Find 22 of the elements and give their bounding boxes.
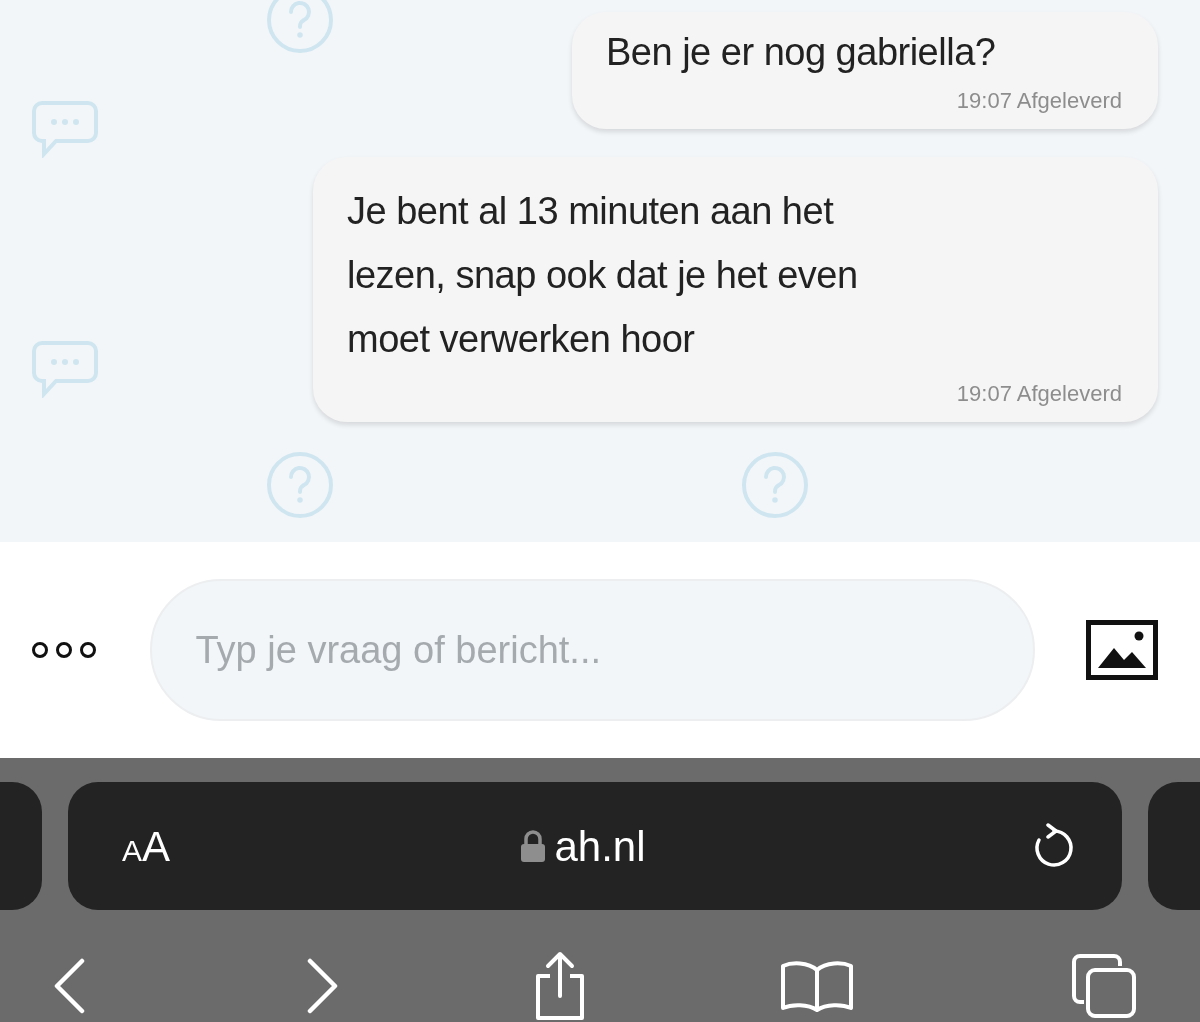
tab-preview[interactable] bbox=[0, 782, 42, 910]
book-icon[interactable] bbox=[780, 960, 854, 1012]
more-icon[interactable] bbox=[30, 641, 98, 659]
forward-icon[interactable] bbox=[306, 958, 340, 1014]
tab-preview[interactable] bbox=[1148, 782, 1200, 910]
tabs-icon[interactable] bbox=[1070, 952, 1138, 1020]
message-text: Je bent al 13 minuten aan het lezen, snap ook dat je het even moet verwerken hoor bbox=[347, 189, 859, 362]
message-input[interactable]: Typ je vraag of bericht... bbox=[149, 579, 1035, 721]
question-icon bbox=[265, 450, 335, 520]
message-status: 19:07 Afgeleverd bbox=[955, 380, 1122, 408]
back-icon[interactable] bbox=[52, 958, 86, 1014]
address-bar[interactable]: AA ah.nl bbox=[68, 782, 1122, 910]
question-icon bbox=[740, 450, 810, 520]
text-size-button[interactable]: AA bbox=[116, 813, 177, 879]
lock-icon bbox=[520, 829, 547, 863]
chat-bubble-icon bbox=[32, 340, 98, 398]
url-text: ah.nl bbox=[554, 821, 646, 872]
chat-bubble-icon bbox=[32, 100, 98, 158]
message-status: 19:07 Afgeleverd bbox=[955, 87, 1122, 115]
image-icon[interactable] bbox=[1086, 620, 1158, 680]
question-icon bbox=[265, 0, 335, 55]
message-text: Ben je er nog gabriella? bbox=[606, 30, 997, 75]
